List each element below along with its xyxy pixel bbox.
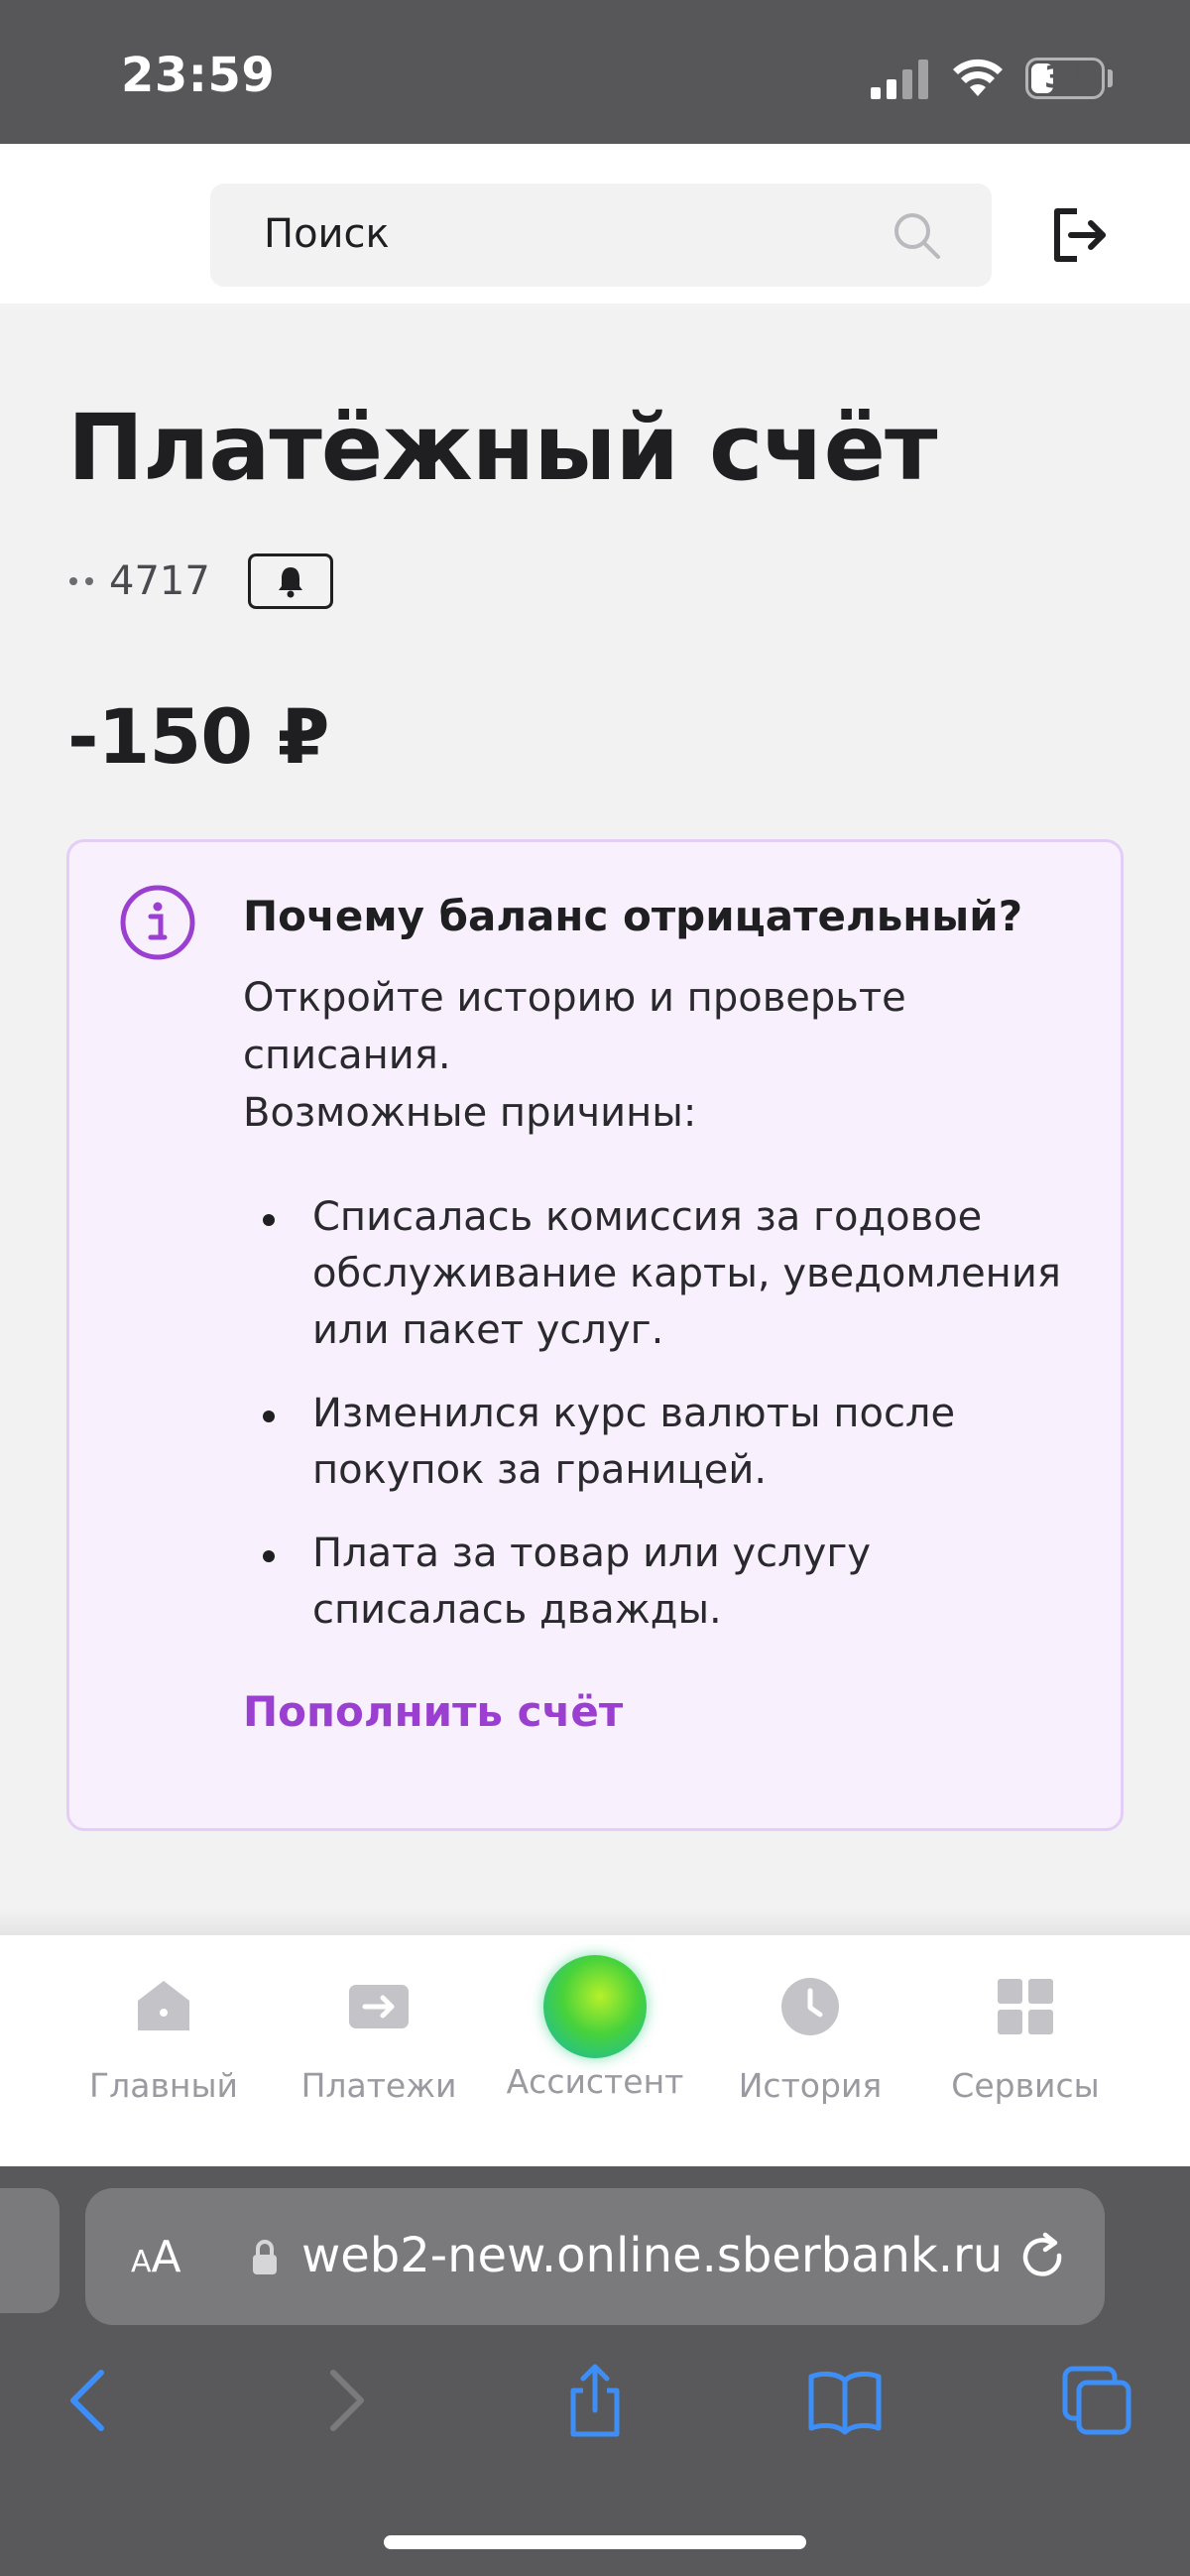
- tab-assistant[interactable]: Ассистент: [496, 1955, 694, 2124]
- assistant-orb-icon: [543, 1955, 647, 2058]
- tab-label: Платежи: [300, 2066, 457, 2105]
- tab-label: Сервисы: [951, 2066, 1100, 2105]
- bottom-tab-bar: Главный Платежи Ассистент История Сервис…: [0, 1935, 1190, 2166]
- url-text: web2-new.online.sberbank.ru: [301, 2228, 1004, 2283]
- info-card-title: Почему баланс отрицательный?: [243, 892, 1023, 940]
- lock-icon: [253, 2240, 277, 2274]
- address-bar[interactable]: AA web2-new.online.sberbank.ru: [85, 2188, 1105, 2325]
- search-input[interactable]: Поиск: [210, 184, 992, 287]
- home-icon: [138, 1981, 189, 2030]
- reload-icon[interactable]: [1015, 2230, 1071, 2285]
- account-number: 4717: [109, 558, 210, 604]
- status-time: 23:59: [121, 48, 276, 103]
- info-card-text: Откройте историю и проверьте списания. В…: [243, 969, 1096, 1142]
- tab-home[interactable]: Главный: [64, 1975, 263, 2124]
- reader-settings-button[interactable]: AA: [131, 2232, 181, 2282]
- search-placeholder: Поиск: [264, 211, 390, 257]
- tab-services[interactable]: Сервисы: [926, 1975, 1125, 2124]
- battery-cap: [1108, 69, 1113, 87]
- tabbar-shadow: [0, 1909, 1190, 1935]
- status-bar: 23:59 31: [0, 0, 1190, 144]
- info-icon: [120, 885, 195, 960]
- battery-icon: 31: [1025, 58, 1105, 99]
- negative-balance-info-card: Почему баланс отрицательный? Откройте ис…: [66, 839, 1124, 1831]
- mask-dots: [69, 577, 93, 585]
- wifi-icon: [953, 59, 1003, 96]
- clock-icon: [781, 1978, 839, 2035]
- grid-icon: [998, 1979, 1053, 2034]
- back-icon[interactable]: [50, 2361, 129, 2440]
- tab-label: Ассистент: [506, 2062, 684, 2101]
- bell-icon: [278, 567, 302, 598]
- list-item: Плата за товар или услугу списалась дваж…: [243, 1526, 1096, 1639]
- cellular-signal-icon: [871, 60, 928, 99]
- share-icon[interactable]: [555, 2361, 635, 2440]
- logout-icon[interactable]: [1047, 203, 1111, 267]
- tab-label: История: [738, 2066, 883, 2105]
- battery-level: 31: [1044, 61, 1086, 95]
- tab-label: Главный: [89, 2066, 238, 2105]
- forward-icon[interactable]: [305, 2361, 385, 2440]
- previous-tab-preview[interactable]: [0, 2188, 60, 2313]
- info-text-line2: Возможные причины:: [243, 1090, 697, 1136]
- info-text-line1: Откройте историю и проверьте списания.: [243, 975, 906, 1078]
- tab-history[interactable]: История: [711, 1975, 909, 2124]
- home-indicator: [384, 2535, 806, 2549]
- account-number-row: 4717: [69, 552, 333, 611]
- top-up-account-link[interactable]: Пополнить счёт: [243, 1687, 623, 1736]
- tab-payments[interactable]: Платежи: [280, 1975, 478, 2124]
- list-item: Изменился курс валюты после покупок за г…: [243, 1386, 1096, 1499]
- tabs-icon[interactable]: [1057, 2361, 1136, 2440]
- list-item: Списалась комиссия за годовое обслуживан…: [243, 1189, 1096, 1359]
- account-balance: -150 ₽: [67, 692, 330, 781]
- page-title: Платёжный счёт: [67, 395, 937, 501]
- bookmarks-icon[interactable]: [805, 2361, 885, 2440]
- search-icon: [894, 213, 940, 259]
- notifications-toggle[interactable]: [247, 553, 333, 609]
- reasons-list: Списалась комиссия за годовое обслуживан…: [243, 1189, 1096, 1665]
- payments-icon: [349, 1985, 409, 2028]
- top-header: Поиск: [0, 144, 1190, 304]
